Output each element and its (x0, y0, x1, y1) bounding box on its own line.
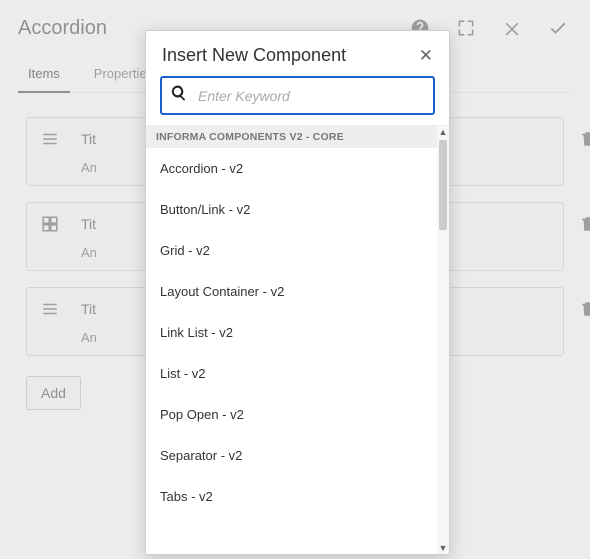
modal-title: Insert New Component (162, 45, 419, 66)
search-icon (170, 84, 188, 107)
search-box[interactable] (160, 76, 435, 115)
component-option[interactable]: Layout Container - v2 (146, 271, 449, 312)
scrollbar[interactable]: ▲ ▼ (437, 126, 449, 554)
scroll-up-icon[interactable]: ▲ (437, 126, 449, 138)
component-option[interactable]: Grid - v2 (146, 230, 449, 271)
search-input[interactable] (198, 88, 425, 104)
scroll-down-icon[interactable]: ▼ (437, 542, 449, 554)
component-option[interactable]: List - v2 (146, 353, 449, 394)
component-list-container: INFORMA COMPONENTS V2 - CORE Accordion -… (146, 125, 449, 554)
component-option[interactable]: Button/Link - v2 (146, 189, 449, 230)
close-icon[interactable]: ✕ (419, 47, 433, 64)
component-option[interactable]: Tabs - v2 (146, 476, 449, 517)
component-list: INFORMA COMPONENTS V2 - CORE Accordion -… (146, 126, 449, 554)
scroll-thumb[interactable] (439, 140, 447, 230)
modal-header: Insert New Component ✕ (146, 31, 449, 76)
search-container (146, 76, 449, 125)
component-option[interactable]: Pop Open - v2 (146, 394, 449, 435)
component-option[interactable]: Link List - v2 (146, 312, 449, 353)
component-option[interactable]: Accordion - v2 (146, 148, 449, 189)
component-group-header: INFORMA COMPONENTS V2 - CORE (146, 126, 449, 148)
insert-component-modal: Insert New Component ✕ INFORMA COMPONENT… (145, 30, 450, 555)
component-option[interactable]: Separator - v2 (146, 435, 449, 476)
